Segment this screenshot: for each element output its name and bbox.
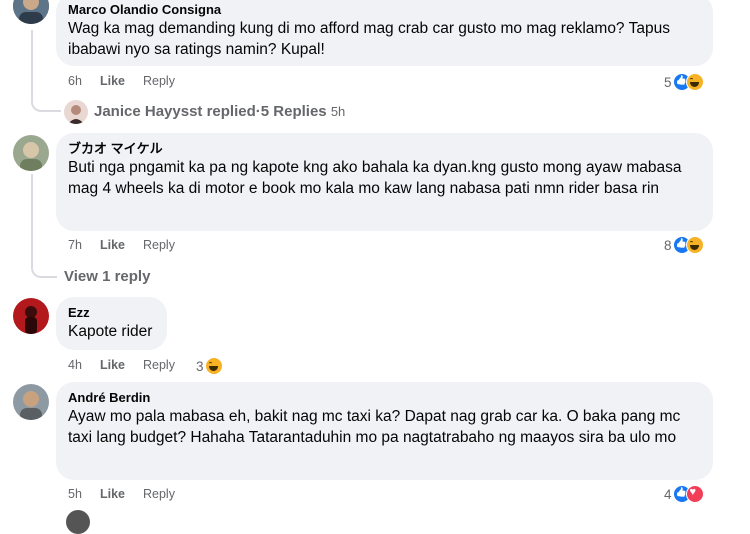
view-replies-link[interactable]: Janice Hayysst replied · 5 Replies 5h (94, 103, 345, 120)
replies-age: 5h (330, 104, 346, 119)
love-reaction-icon (685, 485, 704, 503)
comment-actions: 4h Like Reply (68, 358, 175, 372)
comment-bubble: ブカオ マイケル Buti nga pngamit ka pa ng kapot… (56, 133, 713, 231)
like-button[interactable]: Like (100, 487, 143, 501)
comment-text: Buti nga pngamit ka pa ng kapote kng ako… (68, 159, 682, 197)
comment-bubble: Marco Olandio Consigna Wag ka mag demand… (56, 0, 713, 66)
reply-avatar[interactable] (64, 100, 88, 124)
avatar-image (13, 384, 49, 420)
replied-label: replied (206, 103, 256, 120)
reply-button[interactable]: Reply (143, 238, 175, 252)
comment-bubble: Ezz Kapote rider (56, 297, 167, 350)
comment-actions: 7h Like Reply (68, 238, 175, 252)
comment-timestamp[interactable]: 5h (68, 487, 100, 501)
comment-author[interactable]: ブカオ マイケル (68, 140, 701, 157)
thread-line (31, 174, 33, 258)
reaction-count: 5 (664, 74, 672, 90)
reply-button[interactable]: Reply (143, 74, 175, 88)
like-button[interactable]: Like (100, 358, 143, 372)
replies-count: 5 Replies (260, 103, 327, 120)
avatar[interactable] (13, 298, 49, 334)
comment-author[interactable]: Marco Olandio Consigna (68, 1, 701, 18)
like-button[interactable]: Like (100, 74, 143, 88)
haha-reaction-icon (685, 236, 704, 254)
reaction-count: 4 (664, 486, 672, 502)
comment-timestamp[interactable]: 6h (68, 74, 100, 88)
thread-elbow (31, 90, 61, 112)
reply-button[interactable]: Reply (143, 358, 175, 372)
like-button[interactable]: Like (100, 238, 143, 252)
avatar[interactable] (13, 0, 49, 24)
avatar-image (13, 298, 49, 334)
comment-actions: 6h Like Reply (68, 74, 175, 88)
comment-author[interactable]: André Berdin (68, 389, 701, 406)
comment-timestamp[interactable]: 7h (68, 238, 100, 252)
comment-text: Kapote rider (68, 323, 153, 340)
avatar[interactable] (13, 384, 49, 420)
replier-name: Janice Hayysst (94, 103, 203, 120)
reaction-summary[interactable]: 3 (196, 357, 223, 375)
comment-timestamp[interactable]: 4h (68, 358, 100, 372)
haha-reaction-icon (685, 73, 704, 91)
comment-text: Wag ka mag demanding kung di mo afford m… (68, 20, 670, 58)
reaction-count: 3 (196, 358, 204, 374)
avatar-image (13, 0, 49, 24)
reaction-count: 8 (664, 237, 672, 253)
avatar[interactable] (13, 135, 49, 171)
reaction-summary[interactable]: 8 (664, 236, 704, 254)
comment-bubble: André Berdin Ayaw mo pala mabasa eh, bak… (56, 382, 713, 480)
reaction-summary[interactable]: 4 (664, 485, 704, 503)
avatar[interactable] (66, 510, 90, 534)
avatar-image (13, 135, 49, 171)
view-1-reply-link[interactable]: View 1 reply (64, 268, 150, 285)
comment-text: Ayaw mo pala mabasa eh, bakit nag mc tax… (68, 408, 681, 446)
reaction-summary[interactable]: 5 (664, 73, 704, 91)
comment-author[interactable]: Ezz (68, 304, 155, 321)
comment-actions: 5h Like Reply (68, 487, 175, 501)
reply-button[interactable]: Reply (143, 487, 175, 501)
haha-reaction-icon (204, 357, 223, 375)
avatar-image (64, 100, 88, 124)
thread-elbow (31, 256, 57, 278)
